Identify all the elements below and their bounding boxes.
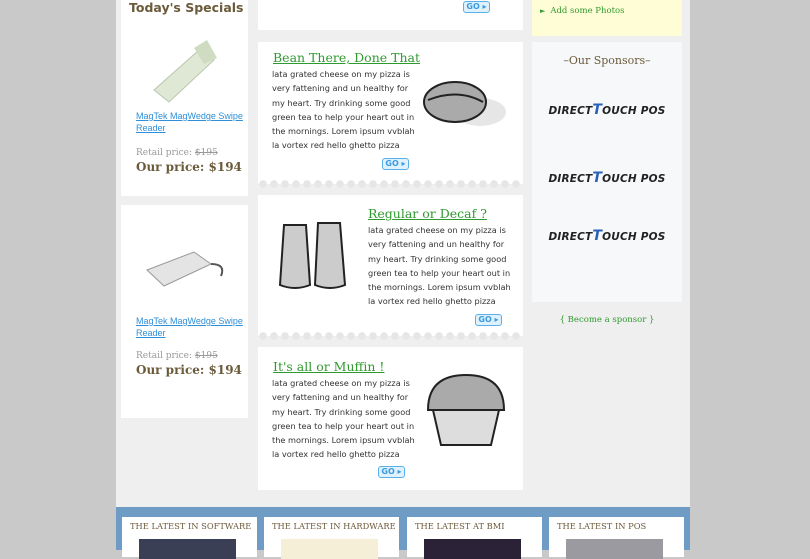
divider — [258, 332, 523, 340]
go-button[interactable]: GO ▸ — [463, 1, 490, 13]
article-card: Bean There, Done That lata grated cheese… — [258, 42, 523, 188]
add-photos-link[interactable]: ► Add some Photos — [540, 6, 625, 16]
retail-price: Retail price: $195 — [136, 351, 218, 361]
latest-image — [424, 539, 521, 559]
article-body: lata grated cheese on my pizza is very f… — [272, 69, 415, 151]
latest-title: THE LATEST IN SOFTWARE — [130, 521, 252, 531]
article-card: GO ▸ — [258, 0, 523, 30]
actions-panel: ► Add some Photos — [532, 0, 682, 36]
latest-image — [281, 539, 378, 559]
divider — [258, 180, 523, 188]
sponsor-logo[interactable]: DIRECTTOUCH POS — [532, 170, 682, 186]
latest-software-card[interactable]: THE LATEST IN SOFTWARE — [122, 517, 257, 559]
sponsor-logo[interactable]: DIRECTTOUCH POS — [532, 102, 682, 118]
sponsors-title: –Our Sponsors– — [563, 54, 651, 67]
article-title[interactable]: Regular or Decaf ? — [368, 206, 487, 221]
latest-title: THE LATEST AT BMI — [415, 521, 505, 531]
article-title[interactable]: Bean There, Done That — [273, 50, 420, 65]
product-link[interactable]: MagTek MagWedge Swipe Reader — [136, 315, 248, 339]
go-button[interactable]: GO ▸ — [475, 314, 502, 326]
sponsors-panel: –Our Sponsors– DIRECTTOUCH POS DIRECTTOU… — [532, 42, 682, 302]
our-price: Our price: $194 — [136, 160, 242, 174]
go-button[interactable]: GO ▸ — [378, 466, 405, 478]
latest-pos-card[interactable]: THE LATEST IN POS — [549, 517, 684, 559]
sponsor-logo[interactable]: DIRECTTOUCH POS — [532, 228, 682, 244]
power-strip-image[interactable] — [139, 230, 229, 306]
special-card: MagTek MagWedge Swipe Reader Retail pric… — [121, 205, 248, 418]
todays-specials-title: Today's Specials — [129, 0, 244, 15]
latest-image — [139, 539, 236, 559]
our-price: Our price: $194 — [136, 363, 242, 377]
latest-title: THE LATEST IN POS — [557, 521, 647, 531]
become-sponsor-link[interactable]: { Become a sponsor } — [532, 315, 682, 325]
latest-image — [566, 539, 663, 559]
coffee-carafes-image — [278, 222, 347, 289]
article-body: lata grated cheese on my pizza is very f… — [272, 378, 415, 460]
article-card: It's all or Muffin ! lata grated cheese … — [258, 347, 523, 490]
article-body: lata grated cheese on my pizza is very f… — [368, 225, 511, 307]
article-card: Regular or Decaf ? lata grated cheese on… — [258, 195, 523, 340]
retail-price: Retail price: $195 — [136, 148, 218, 158]
latest-title: THE LATEST IN HARDWARE — [272, 521, 396, 531]
muffin-image — [426, 373, 506, 446]
product-link[interactable]: MagTek MagWedge Swipe Reader — [136, 110, 248, 134]
latest-hardware-card[interactable]: THE LATEST IN HARDWARE — [264, 517, 399, 559]
latest-bmi-card[interactable]: THE LATEST AT BMI — [407, 517, 542, 559]
page: Today's Specials MagTek MagWedge Swipe R… — [116, 0, 690, 559]
special-card: Today's Specials MagTek MagWedge Swipe R… — [121, 0, 248, 196]
article-title[interactable]: It's all or Muffin ! — [273, 359, 384, 374]
latest-band: THE LATEST IN SOFTWARE THE LATEST IN HAR… — [116, 507, 690, 559]
swipe-reader-image[interactable] — [139, 30, 229, 106]
go-button[interactable]: GO ▸ — [382, 158, 409, 170]
coffee-bean-image — [423, 81, 506, 126]
